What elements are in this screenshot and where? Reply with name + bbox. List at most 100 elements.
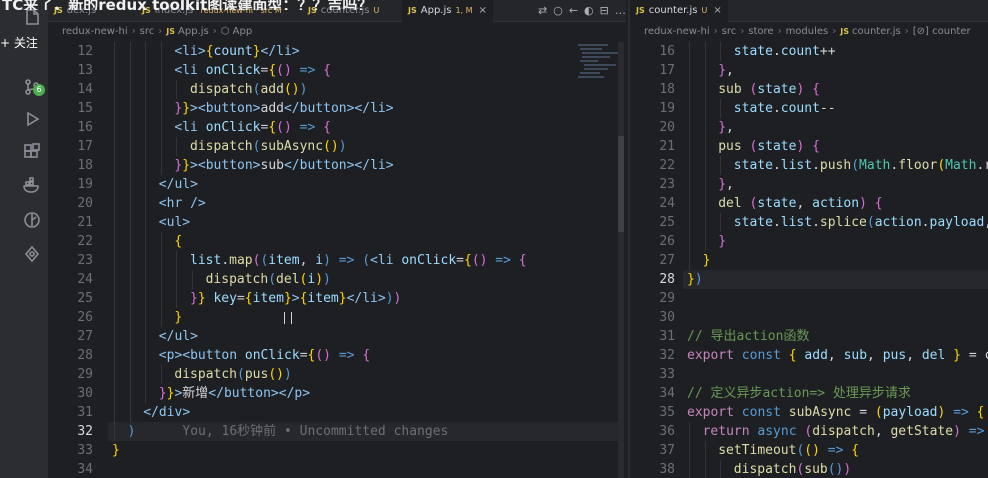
breadcrumb-item[interactable]: counter.js [852,26,901,37]
breadcrumb-item[interactable]: redux-new-hi [644,26,710,37]
code-line: 23 list.map((item, i) => (<li onClick={()… [48,251,558,270]
line-number: 30 [77,386,93,401]
video-title-overlay: TC来了，新的redux toolkit图读建面型：？？吉吗？ [2,0,373,10]
line-number: 30 [659,310,675,325]
line-number: 34 [77,462,93,477]
code-line: 18 sub (state) { [630,80,988,99]
line-number: 19 [659,101,675,116]
code-text: list.map((item, i) => (<li onClick={() =… [190,253,527,268]
line-number: 33 [659,367,675,382]
code-text: state.list.push(Math.floor(Math.ra [733,158,988,173]
run-debug-icon[interactable] [23,110,41,128]
files-icon[interactable] [23,8,41,26]
line-number: 37 [659,443,675,458]
git-graph-icon[interactable] [23,211,41,229]
code-line: 28}) [630,270,988,289]
js-file-icon: JS [636,6,645,15]
close-icon[interactable]: × [713,5,721,16]
code-line: 33 [630,365,988,384]
code-text: <li>{count}</li> [174,44,300,59]
code-line: 16 <li onClick={() => { [48,118,558,137]
extensions-icon[interactable] [23,143,41,161]
scrollbar-left[interactable] [618,42,624,478]
breadcrumb-item[interactable]: App.js [178,26,209,37]
breadcrumb-item[interactable]: store [748,26,773,37]
code-line: 20}, [630,118,988,137]
code-line: 23}, [630,175,988,194]
code-text: dispatch(add()) [190,82,308,97]
code-text: </div> [143,405,191,420]
line-number: 24 [77,272,93,287]
code-line: 31 // 导出action函数 [630,327,988,346]
split-icon[interactable]: ⊟ [600,4,615,17]
code-line: 19 </ul> [48,175,558,194]
breadcrumb-item[interactable]: counter [932,26,970,37]
line-number: 27 [77,329,93,344]
component-icon: ⬡ [220,26,233,37]
line-number: 17 [659,63,675,78]
breadcrumb-item[interactable]: App [233,26,253,37]
variable-icon: [⊘] [912,26,933,37]
activity-bar: 6 [0,0,48,478]
code-line: 24 del (state, action) { [630,194,988,213]
breadcrumb-right: redux-new-hi › src › store › modules › JS counter… [644,26,971,37]
circle-icon[interactable]: ○ [553,4,569,17]
code-line: 33} [48,441,558,460]
code-line: 25 state.list.splice(action.payload, [630,213,988,232]
code-editor-right[interactable]: 16 state.count++ 17}, 18 sub (state) {19 stat… [630,42,988,478]
code-text: // 导出action函数 [687,329,810,344]
code-text: }) [687,272,703,287]
compare-icon[interactable]: ⇄ [538,4,553,17]
line-number: 23 [659,177,675,192]
code-line: 36 return async (dispatch, getState) => { [630,422,988,441]
close-icon[interactable]: × [479,5,487,16]
line-number: 19 [77,177,93,192]
code-text: }}>新增</button></p> [158,386,311,401]
scrollbar-thumb-left[interactable] [618,136,624,232]
line-number: 32 [659,348,675,363]
breadcrumb-item[interactable]: src [140,26,155,37]
code-text: export const subAsync = (payload) => { [687,405,985,420]
follow-button[interactable]: + 关注 [0,34,38,51]
code-text: }, [718,120,734,135]
line-number: 20 [77,196,93,211]
code-line: 12 <li>{count}</li> [48,42,558,61]
code-line: 28 <p><button onClick={() => { [48,346,558,365]
breadcrumb-item[interactable]: src [722,26,737,37]
code-text: <li onClick={() => { [174,120,331,135]
code-line: 16 state.count++ [630,42,988,61]
code-editor-left[interactable]: 12 <li>{count}</li> 13 <li onClick={() => {… [48,42,626,478]
line-number: 29 [659,291,675,306]
code-text: { [174,234,183,249]
code-text: dispatch(pus()) [174,367,292,382]
code-text: pus (state) { [718,139,820,154]
line-number: 21 [659,139,675,154]
code-text: dispatch(del(i)) [205,272,331,287]
code-text: } [112,443,120,458]
code-text: }}><button>add</button></li> [174,101,394,116]
code-text: del (state, action) { [718,196,883,211]
code-line: 22 { [48,232,558,251]
timeline-dot-icon[interactable]: ◐ [584,4,600,17]
line-number: 25 [77,291,93,306]
back-icon[interactable]: ← [569,4,584,17]
breadcrumb-item[interactable]: modules [786,26,829,37]
code-text: dispatch(subAsync()) [190,139,347,154]
line-number: 16 [659,44,675,59]
tab-counter-js-right[interactable]: JS counter.js U × [630,0,728,22]
editor-pane-left: JS dex.js JS index.js redux-new-hi · src M… [48,0,626,478]
code-line: 21 <ul> [48,213,558,232]
breadcrumb-item[interactable]: redux-new-hi [62,26,128,37]
code-text: <li onClick={() => { [174,63,331,78]
code-text: dispatch(sub()) [733,462,852,477]
line-number: 33 [77,443,93,458]
more-icon[interactable]: … [615,4,626,17]
code-text: }, [718,177,734,192]
code-line: 19 state.count-- [630,99,988,118]
docker-icon[interactable] [23,177,41,195]
timeline-icon[interactable] [23,245,41,263]
line-number: 24 [659,196,675,211]
breadcrumb-left: redux-new-hi › src › JS App.js › ⬡ App [62,26,253,37]
code-line: 29 dispatch(pus()) [48,365,558,384]
line-number: 34 [659,386,675,401]
